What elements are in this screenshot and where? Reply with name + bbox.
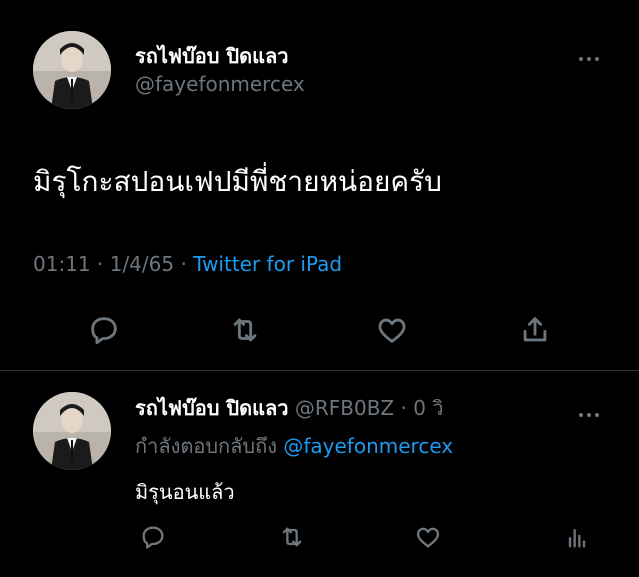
author-handle[interactable]: @fayefonmercex [135,72,305,96]
like-icon [378,318,406,343]
reply-button[interactable] [136,520,170,554]
tweet-time: 01:11 [33,252,91,276]
author-avatar[interactable] [33,31,111,109]
replying-to: กำลังตอบกลับถึง @fayefonmercex [135,430,453,462]
retweet-icon [233,318,257,342]
tweet-meta: 01:11 · 1/4/65 · Twitter for iPad [33,252,342,276]
reply-button[interactable] [84,310,124,350]
reply-header: รถไฟบ๊อบ ปิดแลว @RFB0BZ · 0 วิ [135,392,444,424]
like-button[interactable] [411,520,445,554]
replying-to-label: กำลังตอบกลับถึง [135,434,277,458]
replying-to-handle[interactable]: @fayefonmercex [283,434,453,458]
retweet-icon [282,527,302,547]
reply-text: มิรุนอนแล้ว [135,480,235,504]
share-button[interactable] [515,310,555,350]
meta-separator: · [97,252,104,276]
like-icon [416,527,440,548]
reply-time: 0 วิ [413,396,444,420]
profile-photo-icon [33,392,111,470]
tweet-text: มิรุโกะสปอนเฟปมีพี่ชายหน่อยครับ [33,165,442,198]
analytics-icon [568,528,586,548]
reply-author-name[interactable]: รถไฟบ๊อบ ปิดแลว [135,396,289,420]
share-icon [523,317,547,342]
author-name[interactable]: รถไฟบ๊อบ ปิดแลว [135,40,289,72]
reply-author-handle[interactable]: @RFB0BZ [295,396,394,420]
divider [0,370,639,371]
tweet-source-link[interactable]: Twitter for iPad [193,252,342,276]
reply-icon [91,317,117,345]
more-options-icon[interactable] [577,46,601,65]
meta-separator: · [180,252,187,276]
profile-photo-icon [33,31,111,109]
reply-icon [142,526,164,549]
like-button[interactable] [372,310,412,350]
meta-separator: · [400,396,407,420]
more-options-icon[interactable] [577,402,601,421]
retweet-button[interactable] [225,310,265,350]
tweet-date: 1/4/65 [109,252,175,276]
reply-author-avatar[interactable] [33,392,111,470]
analytics-button[interactable] [560,520,594,554]
retweet-button[interactable] [275,520,309,554]
